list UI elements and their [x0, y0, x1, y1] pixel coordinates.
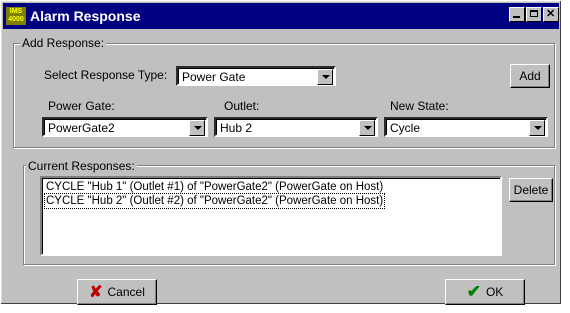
response-type-value: Power Gate [182, 70, 246, 84]
maximize-button[interactable] [526, 7, 542, 22]
alarm-response-window: IMS 4000 Alarm Response Add Response: Se… [0, 0, 562, 305]
responses-list[interactable]: CYCLE "Hub 1" (Outlet #1) of "PowerGate2… [40, 176, 502, 256]
new-state-label: New State: [390, 99, 449, 113]
current-responses-group: Current Responses: CYCLE "Hub 1" (Outlet… [23, 159, 555, 265]
cancel-x-icon: ✘ [89, 284, 103, 301]
outlet-value: Hub 2 [220, 121, 253, 135]
window-title: Alarm Response [30, 8, 141, 24]
minimize-button[interactable] [509, 7, 525, 22]
window-controls [508, 7, 559, 22]
response-type-select[interactable]: Power Gate [176, 66, 336, 86]
power-gate-value: PowerGate2 [48, 121, 115, 135]
delete-button[interactable]: Delete [509, 178, 553, 202]
power-gate-label: Power Gate: [48, 99, 115, 113]
add-button[interactable]: Add [510, 64, 550, 88]
outlet-select[interactable]: Hub 2 [214, 117, 378, 137]
checkmark-icon: ✔ [466, 282, 481, 301]
close-button[interactable] [543, 7, 559, 22]
new-state-select[interactable]: Cycle [384, 117, 548, 137]
cancel-button[interactable]: ✘ Cancel [77, 279, 157, 305]
cancel-button-label: Cancel [107, 285, 145, 299]
outlet-label: Outlet: [224, 99, 260, 113]
chevron-down-icon[interactable] [317, 69, 333, 85]
list-item[interactable]: CYCLE "Hub 1" (Outlet #1) of "PowerGate2… [45, 180, 384, 194]
app-icon: IMS 4000 [6, 7, 26, 25]
title-bar[interactable]: IMS 4000 Alarm Response [3, 3, 559, 29]
list-item[interactable]: CYCLE "Hub 2" (Outlet #2) of "PowerGate2… [43, 193, 386, 209]
chevron-down-icon[interactable] [189, 120, 205, 136]
add-response-label: Add Response: [20, 36, 107, 50]
select-response-type-label: Select Response Type: [44, 68, 168, 82]
current-responses-label: Current Responses: [26, 159, 137, 173]
chevron-down-icon[interactable] [529, 120, 545, 136]
power-gate-select[interactable]: PowerGate2 [42, 117, 208, 137]
add-response-group: Add Response: Select Response Type: Powe… [13, 36, 555, 148]
new-state-value: Cycle [390, 121, 421, 135]
chevron-down-icon[interactable] [359, 120, 375, 136]
ok-button-label: OK [485, 285, 504, 299]
ok-button[interactable]: ✔ OK [445, 279, 525, 305]
